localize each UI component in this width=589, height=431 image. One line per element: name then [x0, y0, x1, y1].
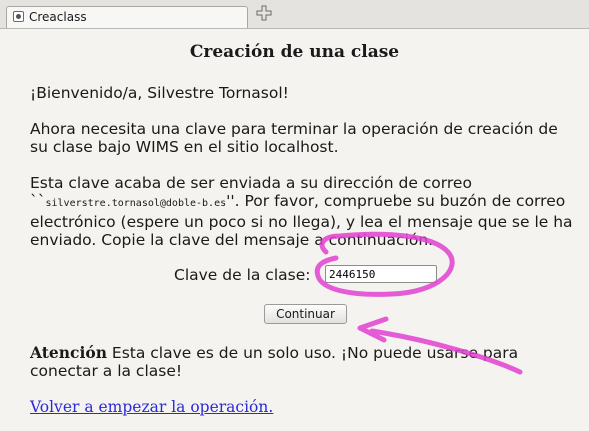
tab-title: Creaclass	[29, 10, 87, 24]
restart-link[interactable]: Volver a empezar la operación.	[30, 398, 273, 416]
warning-label: Atención	[30, 343, 107, 362]
page-title: Creación de una clase	[189, 42, 400, 62]
tab-creaclass[interactable]: Creaclass	[6, 6, 248, 28]
key-sent-text: Esta clave acaba de ser enviada a su dir…	[30, 174, 580, 249]
welcome-text: ¡Bienvenido/a, Silvestre Tornasol!	[30, 84, 289, 102]
need-key-text: Ahora necesita una clave para terminar l…	[30, 120, 558, 156]
email-address: silverstre.tornasol@doble-b.es	[45, 198, 227, 209]
warning-text: Atención Esta clave es de un solo uso. ¡…	[30, 343, 580, 381]
continue-button[interactable]: Continuar	[264, 304, 347, 324]
page-icon	[13, 11, 24, 22]
class-key-label: Clave de la clase:	[174, 266, 311, 284]
tab-strip: Creaclass	[0, 0, 589, 29]
page-content: Creación de una clase ¡Bienvenido/a, Sil…	[0, 29, 589, 431]
new-tab-icon[interactable]	[256, 5, 272, 21]
class-key-input[interactable]	[325, 265, 437, 283]
